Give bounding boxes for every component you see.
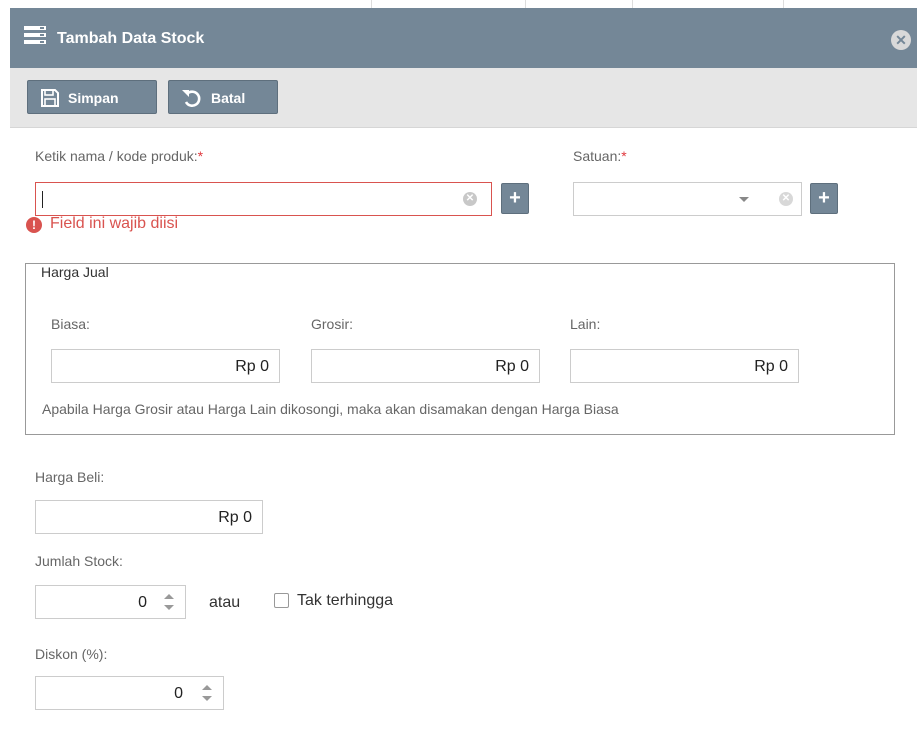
product-label: Ketik nama / kode produk:* [35, 148, 203, 164]
unlimited-label[interactable]: Tak terhingga [297, 592, 393, 610]
spinner-arrows-icon[interactable] [202, 685, 212, 701]
product-error-message: Field ini wajib diisi [50, 215, 179, 232]
clear-icon[interactable]: ✕ [463, 192, 477, 206]
unit-label-text: Satuan: [573, 148, 622, 164]
cancel-button-label: Batal [211, 90, 246, 106]
other-price-label: Lain: [570, 316, 601, 332]
unlimited-checkbox[interactable] [274, 593, 289, 608]
product-search-input[interactable]: ✕ [35, 182, 492, 216]
wholesale-price-input[interactable]: Rp 0 [311, 349, 540, 383]
dialog-title: Tambah Data Stock [57, 30, 205, 47]
add-unit-button[interactable]: + [810, 183, 838, 214]
close-icon[interactable]: ✕ [891, 30, 911, 50]
discount-value: 0 [174, 685, 183, 702]
spinner-arrows-icon[interactable] [164, 594, 174, 610]
unit-label: Satuan:* [573, 148, 627, 164]
dialog-titlebar: Tambah Data Stock ✕ [10, 8, 917, 68]
wholesale-price-label: Grosir: [311, 316, 353, 332]
save-button[interactable]: Simpan [27, 80, 157, 114]
dialog-toolbar: Simpan Batal [10, 68, 917, 128]
other-price-input[interactable]: Rp 0 [570, 349, 799, 383]
required-mark: * [621, 148, 627, 164]
stock-value: 0 [138, 594, 147, 611]
stock-quantity-stepper[interactable]: 0 [35, 585, 186, 619]
undo-icon [182, 90, 201, 107]
text-cursor [42, 191, 43, 208]
error-icon: ! [26, 217, 42, 233]
purchase-price-label: Harga Beli: [35, 469, 105, 485]
or-text: atau [209, 594, 241, 611]
unit-select[interactable]: ✕ [573, 182, 802, 216]
selling-price-legend: Harga Jual [37, 264, 113, 280]
wholesale-price-value: Rp 0 [495, 358, 529, 375]
price-note: Apabila Harga Grosir atau Harga Lain dik… [42, 401, 619, 417]
purchase-price-input[interactable]: Rp 0 [35, 500, 263, 534]
other-price-value: Rp 0 [754, 358, 788, 375]
clear-icon[interactable]: ✕ [779, 192, 793, 206]
normal-price-label: Biasa: [51, 316, 90, 332]
normal-price-input[interactable]: Rp 0 [51, 349, 280, 383]
save-button-label: Simpan [68, 90, 119, 106]
required-mark: * [197, 148, 204, 164]
purchase-price-value: Rp 0 [218, 509, 252, 526]
floppy-disk-icon [41, 89, 59, 107]
background-strip [0, 0, 917, 8]
cancel-button[interactable]: Batal [168, 80, 278, 114]
chevron-down-icon [739, 197, 749, 202]
add-product-button[interactable]: + [501, 183, 529, 214]
normal-price-value: Rp 0 [235, 358, 269, 375]
stock-label: Jumlah Stock: [35, 553, 123, 569]
discount-stepper[interactable]: 0 [35, 676, 224, 710]
product-label-text: Ketik nama / kode produk: [35, 148, 198, 164]
discount-label: Diskon (%): [35, 646, 108, 662]
list-icon [24, 26, 46, 44]
